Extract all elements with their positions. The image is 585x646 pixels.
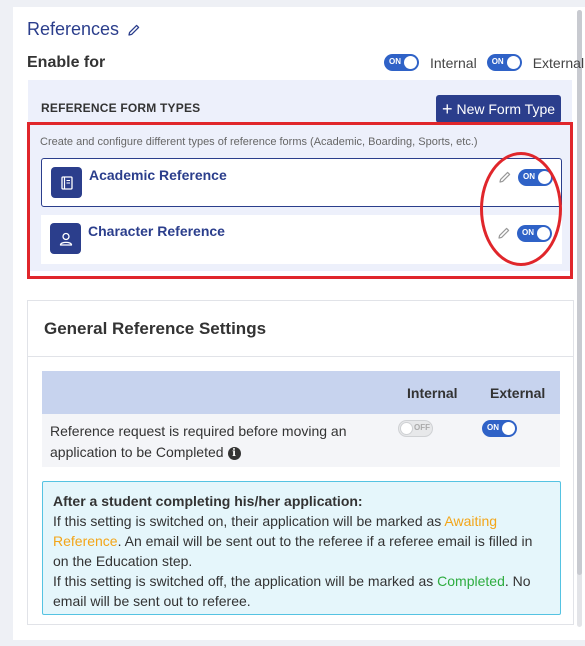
general-settings-title: General Reference Settings (44, 319, 267, 338)
note-line1-pre: If this setting is switched on, their ap… (53, 513, 445, 529)
note-heading: After a student completing his/her appli… (53, 493, 363, 509)
enable-internal-label: Internal (430, 54, 477, 71)
enable-external-toggle[interactable]: ON (486, 54, 522, 71)
column-header-external: External (490, 385, 546, 401)
info-note: After a student completing his/her appli… (42, 481, 561, 615)
enable-internal-toggle[interactable]: ON (384, 54, 419, 71)
divider (28, 356, 573, 357)
enable-external-label: External (532, 54, 585, 71)
edit-title-icon[interactable] (127, 23, 141, 37)
new-form-type-label: New Form Type (456, 101, 556, 117)
setting-internal-toggle[interactable]: OFF (398, 420, 433, 437)
enable-for-label: Enable for (27, 54, 106, 71)
section-title-text: References (27, 19, 120, 39)
note-line1-post: . An email will be sent out to the refer… (53, 533, 533, 569)
highlight-ellipse (480, 152, 562, 266)
enable-for-toggles: ON Internal ON External (384, 54, 585, 71)
setting-external-toggle[interactable]: ON (482, 420, 517, 437)
section-title: References (27, 19, 141, 40)
settings-table-header (42, 371, 560, 414)
new-form-type-button[interactable]: + New Form Type (436, 95, 561, 123)
status-completed: Completed (437, 573, 505, 589)
scrollbar-thumb[interactable] (577, 10, 582, 575)
plus-icon: + (441, 99, 453, 119)
column-header-internal: Internal (407, 385, 458, 401)
reference-form-types-heading: REFERENCE FORM TYPES (41, 101, 201, 115)
note-line2-pre: If this setting is switched off, the app… (53, 573, 438, 589)
setting-description-text: Reference request is required before mov… (50, 423, 347, 460)
setting-description: Reference request is required before mov… (50, 421, 370, 463)
info-icon[interactable]: i (227, 446, 241, 460)
